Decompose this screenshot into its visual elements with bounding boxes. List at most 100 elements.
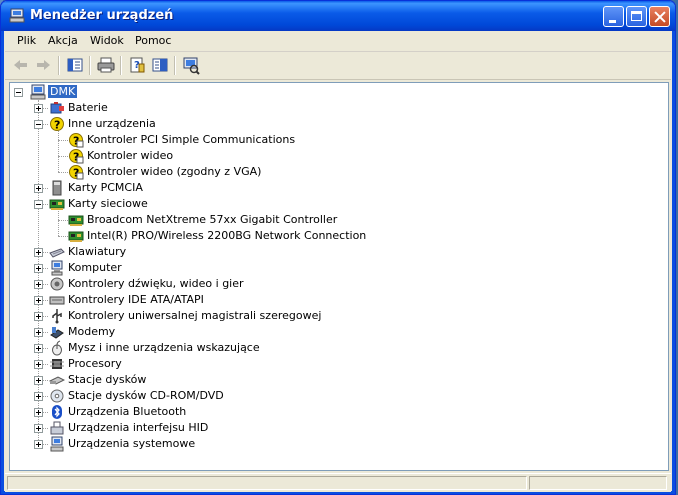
expand-toggle[interactable] <box>34 328 43 337</box>
menu-help[interactable]: Pomoc <box>135 34 171 47</box>
collapse-toggle[interactable] <box>34 200 43 209</box>
tree-category-label: Klawiatury <box>68 245 127 258</box>
hid-icon <box>50 421 64 435</box>
expand-toggle[interactable] <box>34 312 43 321</box>
unknown-device-icon: ? <box>50 117 64 132</box>
tree-guide-line <box>58 140 68 141</box>
tree-device-item[interactable]: Intel(R) PRO/Wireless 2200BG Network Con… <box>10 228 610 244</box>
title-bar[interactable]: Menedżer urządzeń <box>1 1 675 31</box>
tree-category-label: Urządzenia interfejsu HID <box>68 421 209 434</box>
expand-toggle[interactable] <box>34 424 43 433</box>
scan-hardware-icon[interactable] <box>181 55 201 75</box>
tree-device-item[interactable]: Broadcom NetXtreme 57xx Gigabit Controll… <box>10 212 610 228</box>
tree-guide-line <box>58 156 68 157</box>
expand-toggle[interactable] <box>34 248 43 257</box>
warning-device-icon: ? <box>69 149 84 164</box>
bluetooth-icon <box>52 405 62 419</box>
tree-root[interactable]: DMK <box>10 84 210 100</box>
back-arrow-icon[interactable] <box>11 55 31 75</box>
tree-category-item[interactable]: Mysz i inne urządzenia wskazujące <box>10 340 610 356</box>
status-bar <box>5 473 671 492</box>
expand-toggle[interactable] <box>34 440 43 449</box>
tree-category-label: Inne urządzenia <box>68 117 156 130</box>
pcmcia-icon <box>52 180 62 196</box>
tree-category-item[interactable]: Komputer <box>10 260 610 276</box>
processor-icon <box>50 359 64 369</box>
expand-toggle[interactable] <box>34 376 43 385</box>
toolbar-separator <box>174 56 176 75</box>
expand-toggle[interactable] <box>34 344 43 353</box>
menu-bar: Plik Akcja Widok Pomoc <box>5 31 671 52</box>
tree-guide-line <box>58 236 68 237</box>
expand-toggle[interactable] <box>34 264 43 273</box>
menu-file[interactable]: Plik <box>17 34 36 47</box>
modem-icon <box>50 327 64 339</box>
tree-category-label: Modemy <box>68 325 116 338</box>
tree-category-item[interactable]: Karty sieciowe <box>10 196 610 212</box>
computer-icon <box>30 84 46 100</box>
maximize-button[interactable] <box>626 6 647 27</box>
properties-icon[interactable]: ? <box>127 55 147 75</box>
tree-category-item[interactable]: Stacje dysków <box>10 372 610 388</box>
tree-category-label: Urządzenia systemowe <box>68 437 196 450</box>
collapse-toggle[interactable] <box>14 88 23 97</box>
network-card-icon <box>68 215 84 226</box>
tree-category-item[interactable]: Kontrolery uniwersalnej magistrali szere… <box>10 308 610 324</box>
expand-toggle[interactable] <box>34 104 43 113</box>
tree-device-label: Intel(R) PRO/Wireless 2200BG Network Con… <box>87 229 367 242</box>
expand-toggle[interactable] <box>34 392 43 401</box>
forward-arrow-icon[interactable] <box>33 55 53 75</box>
menu-action[interactable]: Akcja <box>48 34 78 47</box>
tree-device-label: Kontroler PCI Simple Communications <box>87 133 296 146</box>
tree-category-item[interactable]: Kontrolery IDE ATA/ATAPI <box>10 292 610 308</box>
expand-toggle[interactable] <box>34 360 43 369</box>
collapse-toggle[interactable] <box>34 120 43 129</box>
expand-toggle[interactable] <box>34 280 43 289</box>
tree-category-item[interactable]: Karty PCMCIA <box>10 180 610 196</box>
battery-icon <box>50 102 64 114</box>
tree-category-item[interactable]: Baterie <box>10 100 610 116</box>
tree-category-item[interactable]: ? Inne urządzenia <box>10 116 610 132</box>
tree-root-label: DMK <box>48 85 78 98</box>
expand-toggle[interactable] <box>34 408 43 417</box>
device-manager-icon <box>9 8 25 23</box>
computer-icon <box>51 260 63 276</box>
tree-category-item[interactable]: Modemy <box>10 324 610 340</box>
tree-guide-line <box>58 172 68 173</box>
help-icon[interactable] <box>150 55 170 75</box>
system-device-icon <box>50 436 64 452</box>
network-card-icon <box>68 231 84 242</box>
minimize-button[interactable] <box>603 6 624 27</box>
minimize-icon <box>609 20 616 23</box>
device-tree[interactable]: DMK Baterie? Inne urządzenia? Kontroler PC… <box>9 82 669 471</box>
tree-category-item[interactable]: Klawiatury <box>10 244 610 260</box>
show-hide-console-tree-icon[interactable] <box>65 55 85 75</box>
tree-guide-line <box>58 220 68 221</box>
print-icon[interactable] <box>96 55 116 75</box>
expand-toggle[interactable] <box>34 184 43 193</box>
toolbar-separator <box>89 56 91 75</box>
tree-category-item[interactable]: Urządzenia systemowe <box>10 436 610 452</box>
close-button[interactable] <box>649 6 670 27</box>
status-cell-main <box>7 476 527 490</box>
menu-view[interactable]: Widok <box>90 34 124 47</box>
sound-icon <box>50 277 64 291</box>
tree-category-item[interactable]: Urządzenia interfejsu HID <box>10 420 610 436</box>
tree-device-item[interactable]: ? Kontroler wideo <box>10 148 610 164</box>
svg-text:?: ? <box>54 119 60 132</box>
tree-category-label: Stacje dysków <box>68 373 147 386</box>
mouse-icon <box>52 340 62 356</box>
tree-category-item[interactable]: Kontrolery dźwięku, wideo i gier <box>10 276 610 292</box>
tree-category-item[interactable]: Stacje dysków CD-ROM/DVD <box>10 388 610 404</box>
toolbar: ? <box>5 52 671 80</box>
tree-device-item[interactable]: ? Kontroler wideo (zgodny z VGA) <box>10 164 610 180</box>
tree-category-label: Karty PCMCIA <box>68 181 143 194</box>
warning-device-icon: ? <box>69 133 84 148</box>
tree-category-item[interactable]: Procesory <box>10 356 610 372</box>
tree-device-item[interactable]: ? Kontroler PCI Simple Communications <box>10 132 610 148</box>
tree-category-label: Kontrolery IDE ATA/ATAPI <box>68 293 204 306</box>
tree-category-label: Mysz i inne urządzenia wskazujące <box>68 341 260 354</box>
expand-toggle[interactable] <box>34 296 43 305</box>
tree-category-item[interactable]: Urządzenia Bluetooth <box>10 404 610 420</box>
usb-icon <box>52 309 62 324</box>
